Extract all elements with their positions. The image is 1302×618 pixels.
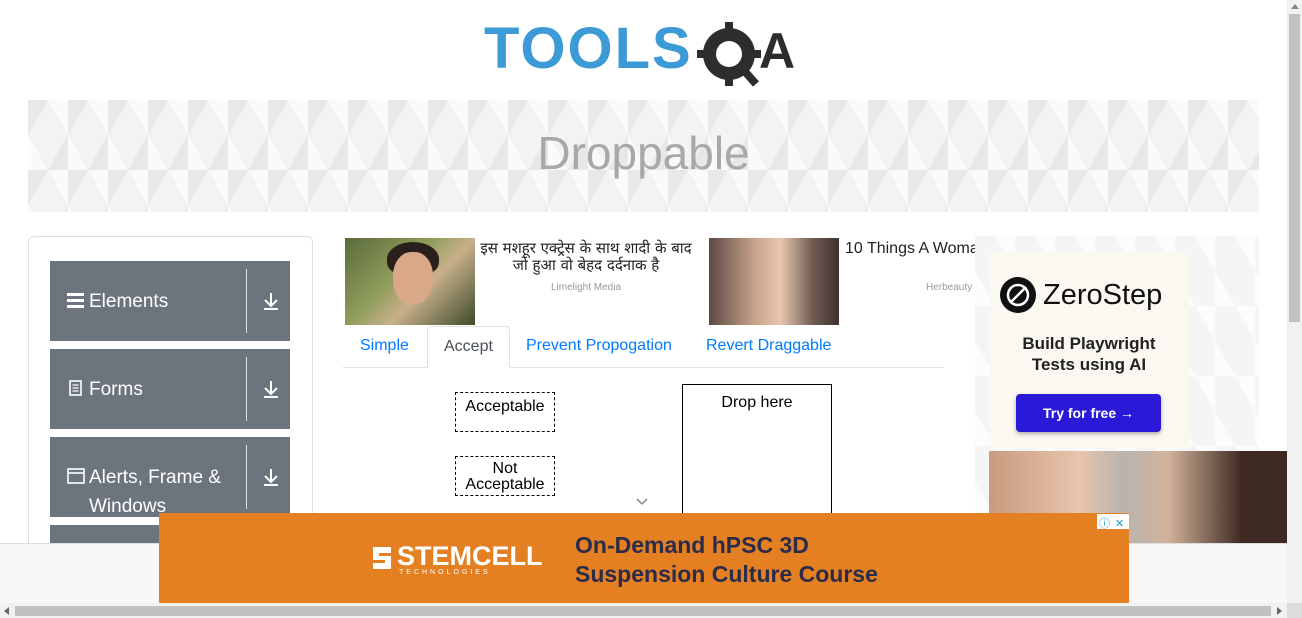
toolsqa-logo[interactable]: TOOLS A [484, 14, 808, 92]
ad-source: Limelight Media [550, 282, 622, 293]
ad-image-detail [393, 252, 433, 304]
ad-source: Herbeauty [926, 282, 973, 293]
tab-accept[interactable]: Accept [427, 326, 510, 368]
sidebar-group-elements[interactable]: Elements [50, 261, 290, 341]
scroll-right-icon[interactable] [1277, 607, 1282, 615]
horizontal-scrollbar[interactable] [0, 603, 1287, 618]
bottom-ad-headline: On-Demand hPSC 3D Suspension Culture Cou… [575, 531, 878, 589]
zerostep-logo-icon [1000, 277, 1036, 313]
stemcell-brand-sub: TECHNOLOGIES [399, 569, 491, 576]
not-acceptable-draggable[interactable]: Not Acceptable [455, 456, 555, 496]
headline-line: Suspension Culture Course [575, 561, 878, 587]
gear-magnifier-icon [697, 22, 761, 87]
draggable-label: Acceptable [465, 476, 545, 493]
ad-headline[interactable]: इस मशहूर एक्ट्रेस के साथ शादी के बाद जो … [475, 240, 697, 274]
logo-graphic: TOOLS A [484, 16, 795, 87]
stemcell-logo-icon [373, 547, 391, 569]
ad-info-icon[interactable]: ⓘ [1097, 517, 1112, 532]
acceptable-draggable[interactable]: Acceptable [455, 392, 555, 432]
ad-close-icon[interactable]: ✕ [1112, 517, 1127, 532]
divider [246, 357, 247, 421]
ad-headline[interactable]: 10 Things A Woman Does With A Man [845, 240, 975, 257]
page-title: Droppable [537, 127, 750, 179]
vertical-scroll-thumb[interactable] [1289, 14, 1300, 322]
download-icon[interactable] [262, 291, 280, 311]
logo-tools-text: TOOLS [484, 16, 693, 81]
sidebar-group-alerts-frame-windows[interactable]: Alerts, Frame & Windows [50, 437, 290, 517]
logo-a-text: A [759, 23, 795, 79]
page: TOOLS A Droppable Elements Forms Alerts,… [0, 0, 1302, 618]
headline-line: On-Demand hPSC 3D [575, 532, 809, 558]
divider [246, 445, 247, 509]
drop-target-label: Drop here [721, 394, 793, 411]
page-banner: Droppable [28, 100, 1259, 212]
chevron-down-icon [636, 498, 648, 505]
scrollbar-corner [1287, 603, 1302, 618]
document-icon [69, 380, 82, 396]
tab-simple[interactable]: Simple [344, 326, 425, 368]
horizontal-scroll-thumb[interactable] [15, 606, 1271, 616]
window-icon [67, 468, 85, 484]
scroll-left-icon[interactable] [4, 607, 9, 615]
ad-controls: ⓘ ✕ [1097, 514, 1129, 532]
vertical-scrollbar[interactable] [1287, 0, 1302, 603]
try-for-free-button[interactable]: Try for free → [1016, 394, 1161, 432]
divider [246, 269, 247, 333]
zerostep-brand: ZeroStep [1043, 279, 1163, 311]
ad-image-couple[interactable] [709, 238, 839, 325]
stemcell-brand: STEMCELL [397, 541, 543, 571]
sidebar-group-forms[interactable]: Forms [50, 349, 290, 429]
tab-prevent-propogation[interactable]: Prevent Propogation [510, 326, 688, 368]
sidebar-group-label: Forms [89, 379, 143, 400]
scroll-up-icon[interactable] [1291, 4, 1299, 9]
drop-target[interactable]: Drop here [682, 384, 832, 524]
ad-image-actress[interactable] [345, 238, 475, 325]
sidebar-group-label: Elements [89, 291, 169, 312]
bottom-ad-stemcell[interactable]: STEMCELL TECHNOLOGIES On-Demand hPSC 3D … [159, 513, 1129, 603]
zerostep-subtitle: Build Playwright Tests using AI [1022, 334, 1156, 374]
sidebar: Elements Forms Alerts, Frame & Windows [28, 236, 313, 565]
draggable-label: Not [492, 460, 518, 477]
hamburger-icon [67, 293, 84, 308]
download-icon[interactable] [262, 467, 280, 487]
tab-revert-draggable[interactable]: Revert Draggable [690, 326, 847, 368]
droppable-tabs: Simple Accept Prevent Propogation Revert… [343, 326, 944, 368]
download-icon[interactable] [262, 379, 280, 399]
